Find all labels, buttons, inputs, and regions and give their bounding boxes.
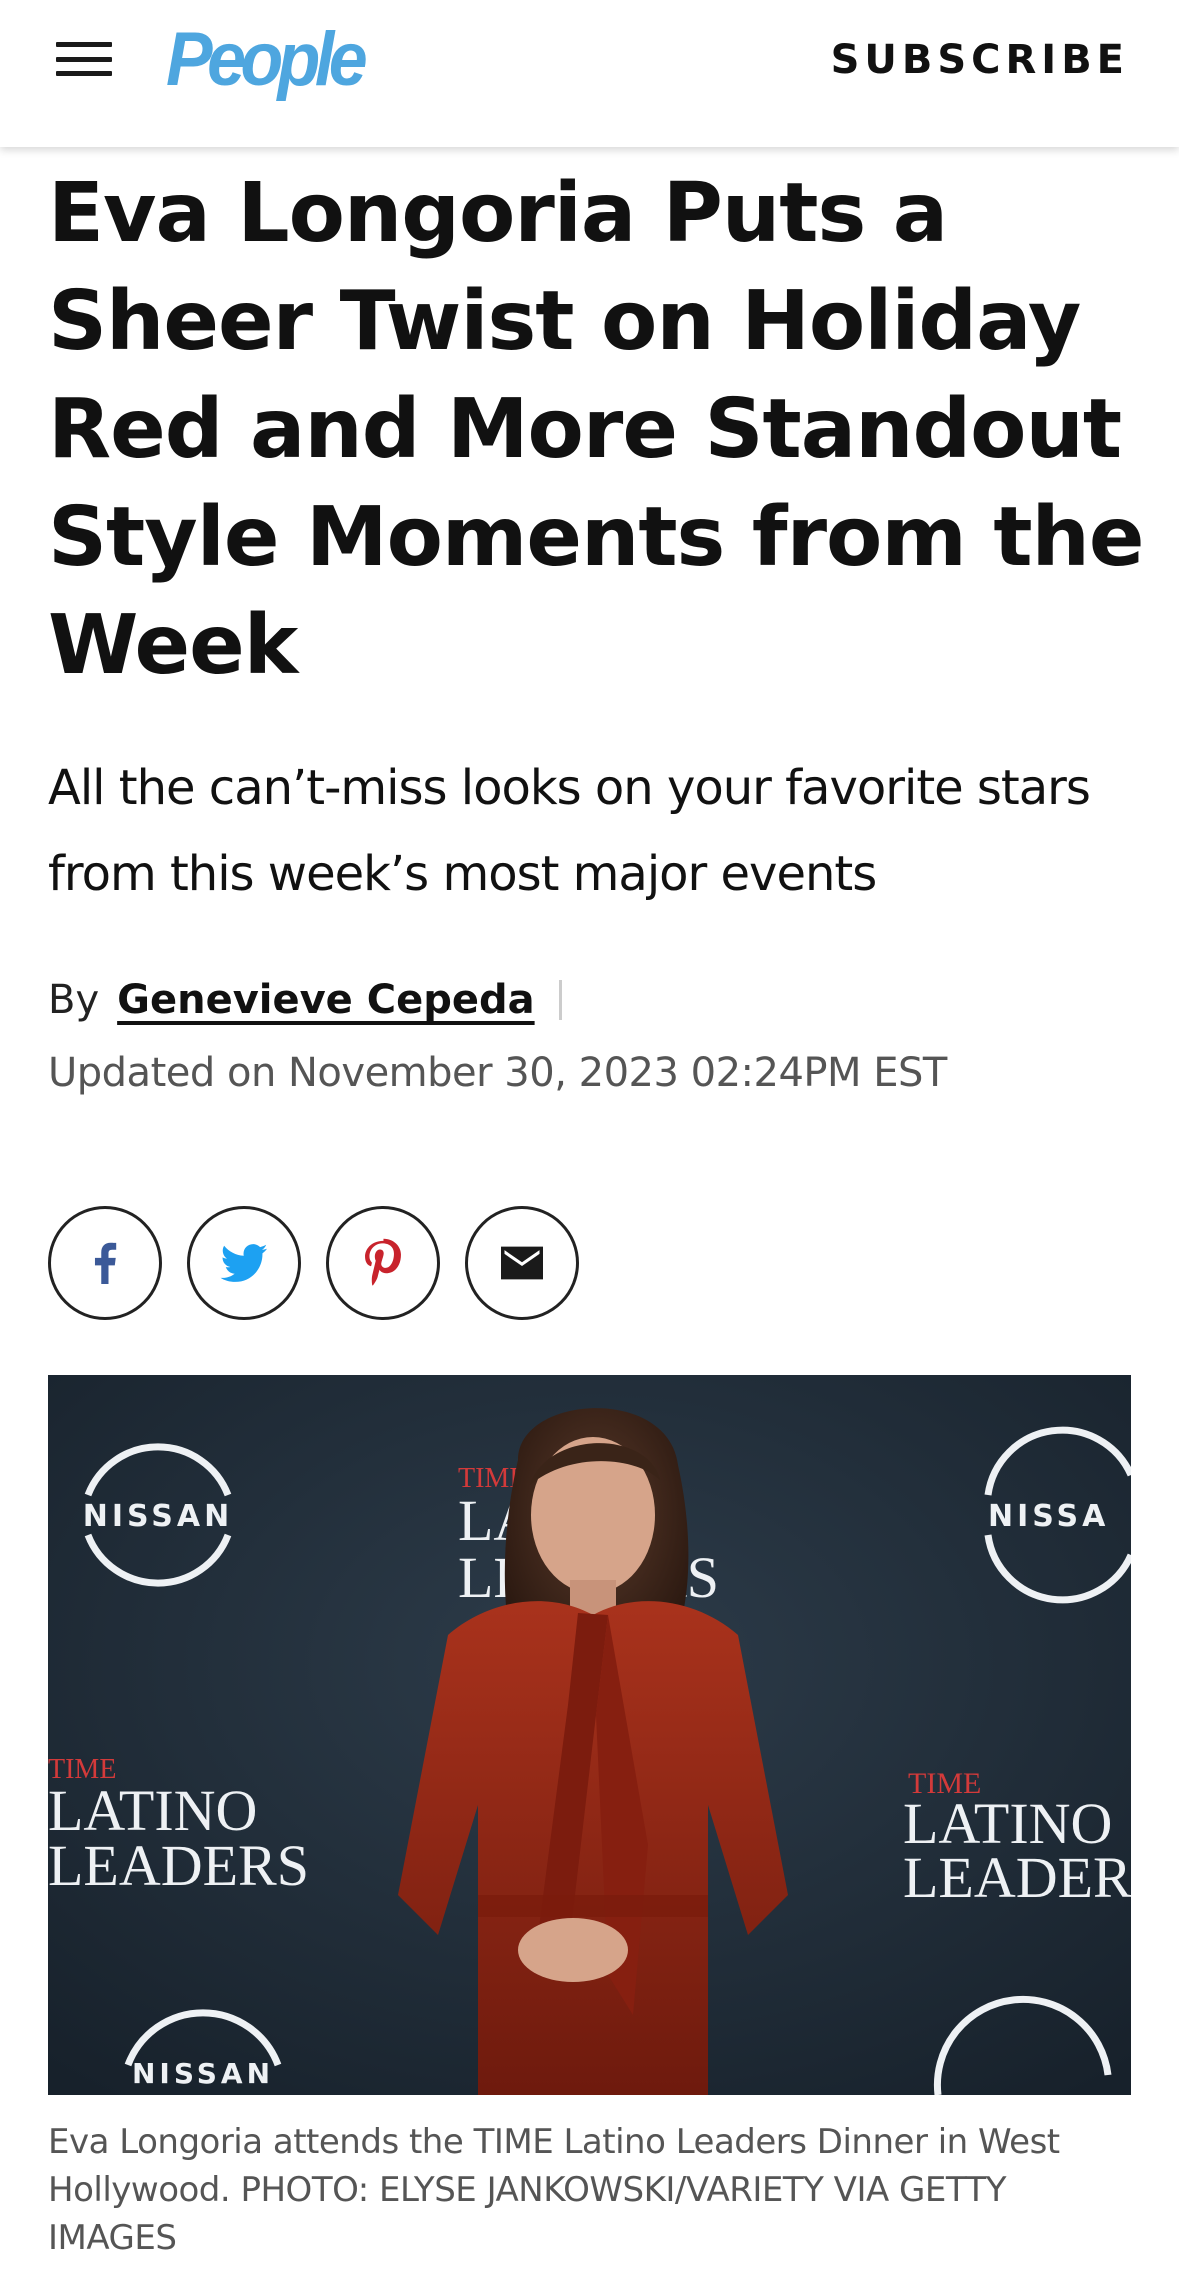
share-facebook-button[interactable] <box>48 1206 162 1320</box>
share-twitter-button[interactable] <box>187 1206 301 1320</box>
pinterest-icon <box>365 1238 401 1286</box>
author-link[interactable]: Genevieve Cepeda <box>117 977 534 1023</box>
leaders-text-left: LEADERS <box>48 1833 309 1898</box>
article-subtitle: All the can’t-miss looks on your favorit… <box>48 760 1091 902</box>
menu-bar <box>56 71 112 76</box>
menu-bar <box>56 56 112 62</box>
nissan-text: NISSAN <box>83 1499 233 1534</box>
facebook-icon <box>94 1242 117 1284</box>
twitter-icon <box>220 1244 268 1282</box>
hero-image: NISSAN NISSA NISSAN TIME LATINO LEADERS … <box>48 1375 1131 2095</box>
image-caption: Eva Longoria attends the TIME Latino Lea… <box>48 2122 1060 2258</box>
share-email-button[interactable] <box>465 1206 579 1320</box>
people-logo[interactable]: People <box>166 10 368 110</box>
hamburger-menu-icon[interactable] <box>54 38 114 80</box>
nissan-text-cut: NISSA <box>988 1499 1109 1534</box>
subscribe-button[interactable]: SUBSCRIBE <box>831 30 1129 90</box>
site-header: People SUBSCRIBE <box>0 0 1179 147</box>
share-pinterest-button[interactable] <box>326 1206 440 1320</box>
article-page: People SUBSCRIBE Eva Longoria Puts a She… <box>0 0 1179 2278</box>
byline-prefix: By <box>48 977 100 1023</box>
article-title: Eva Longoria Puts a Sheer Twist on Holid… <box>48 166 1145 693</box>
email-icon <box>501 1246 543 1280</box>
updated-timestamp: Updated on November 30, 2023 02:24PM EST <box>48 1050 947 1096</box>
byline-divider <box>558 980 562 1020</box>
leaders-text-right: LEADERS <box>903 1845 1131 1910</box>
hero-photo: NISSAN NISSA NISSAN TIME LATINO LEADERS … <box>48 1375 1131 2095</box>
nissan-text-bottom: NISSAN <box>132 2057 274 2090</box>
menu-bar <box>56 42 112 47</box>
byline: By Genevieve Cepeda <box>48 970 562 1030</box>
share-bar <box>48 1206 579 1320</box>
